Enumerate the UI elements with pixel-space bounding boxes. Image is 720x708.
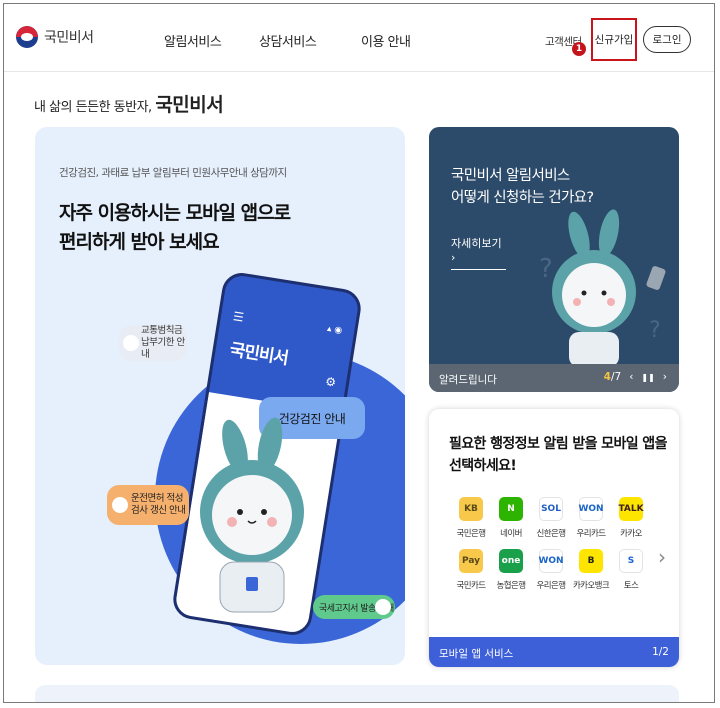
promo-more-link[interactable]: 자세히보기 › bbox=[451, 235, 506, 270]
app-logo-icon: S bbox=[619, 549, 643, 573]
site-logo[interactable]: 국민비서 bbox=[16, 26, 94, 48]
nav-usage-guide[interactable]: 이용 안내 bbox=[361, 31, 411, 50]
svg-text:?: ? bbox=[649, 318, 661, 343]
apps-bar-label: 모바일 앱 서비스 bbox=[439, 648, 514, 660]
app-label: 네이버 bbox=[500, 529, 522, 539]
app-item[interactable]: Pay 국민카드 bbox=[451, 549, 491, 591]
app-label: 신한은행 bbox=[536, 529, 566, 539]
login-button[interactable]: 로그인 bbox=[643, 26, 691, 53]
promo-bar-label: 알려드립니다 bbox=[439, 374, 497, 386]
app-label: 우리카드 bbox=[576, 529, 606, 539]
app-logo-icon: one bbox=[499, 549, 523, 573]
hero-title-line2: 편리하게 받아 보세요 bbox=[59, 231, 220, 253]
logo-text: 국민비서 bbox=[44, 30, 94, 46]
pause-icon[interactable]: ❚❚ bbox=[641, 371, 654, 385]
app-logo-icon: Pay bbox=[459, 549, 483, 573]
app-logo-icon: KB bbox=[459, 497, 483, 521]
app-item[interactable]: TALK 카카오 bbox=[611, 497, 651, 539]
bubble-traffic-text: 교통범칙금 납부기한 안내 bbox=[141, 325, 185, 360]
bubble-tax-notice: 국세고지서 발송 안내 bbox=[313, 595, 395, 619]
rabbit-mascot-question-illustration: ? ? bbox=[539, 209, 666, 367]
app-logo-icon: N bbox=[499, 497, 523, 521]
apps-title-line2: 선택하세요! bbox=[449, 458, 517, 474]
apps-title-line1: 필요한 행정정보 알림 받을 모바일 앱을 bbox=[449, 436, 667, 452]
hero-title-line1: 자주 이용하시는 모바일 앱으로 bbox=[59, 202, 291, 224]
app-label: 국민카드 bbox=[456, 581, 486, 591]
prev-arrow-icon[interactable]: ‹ bbox=[629, 371, 633, 385]
apps-card-title: 필요한 행정정보 알림 받을 모바일 앱을 선택하세요! bbox=[449, 433, 667, 477]
app-label: 카카오뱅크 bbox=[572, 581, 610, 591]
step-marker-badge: 1 bbox=[572, 42, 586, 56]
rabbit-mascot-illustration bbox=[200, 417, 304, 613]
promo-carousel-bar: 알려드립니다 4/7 ‹ ❚❚ › bbox=[429, 364, 679, 392]
next-section-strip bbox=[35, 685, 679, 702]
app-logo-icon: B bbox=[579, 549, 603, 573]
tagline-prefix: 내 삶의 든든한 동반자, bbox=[34, 100, 152, 115]
person-icon bbox=[375, 599, 391, 615]
apps-bar-page: 1/2 bbox=[652, 646, 669, 658]
header: 국민비서 알림서비스 상담서비스 이용 안내 고객센터 1 신규가입 로그인 bbox=[4, 4, 714, 72]
app-label: 토스 bbox=[623, 581, 639, 591]
pager-total: /7 bbox=[610, 371, 622, 383]
app-item[interactable]: one 농협은행 bbox=[491, 549, 531, 591]
apps-card-bar: 모바일 앱 서비스 1/2 bbox=[429, 637, 679, 667]
app-label: 농협은행 bbox=[496, 581, 526, 591]
app-item[interactable]: SOL 신한은행 bbox=[531, 497, 571, 539]
svg-text:?: ? bbox=[539, 254, 553, 284]
app-item[interactable]: WON 우리은행 bbox=[531, 549, 571, 591]
bubble-license-renewal: 운전면허 적성검사 갱신 안내 bbox=[107, 485, 189, 525]
page-tagline: 내 삶의 든든한 동반자, 국민비서 bbox=[34, 90, 224, 117]
signup-label: 신규가입 bbox=[594, 34, 634, 46]
hero-title: 자주 이용하시는 모바일 앱으로 편리하게 받아 보세요 bbox=[59, 199, 291, 257]
app-logo-icon: WON bbox=[578, 497, 604, 521]
next-arrow-icon[interactable]: › bbox=[663, 371, 667, 385]
menu-icon: ☰ bbox=[232, 309, 245, 325]
app-logo-icon: TALK bbox=[618, 497, 644, 521]
mobile-apps-card: 필요한 행정정보 알림 받을 모바일 앱을 선택하세요! KB 국민은행 N 네이버 S… bbox=[429, 409, 679, 667]
pager-count: 4/7 bbox=[604, 371, 622, 385]
app-item[interactable]: S 토스 bbox=[611, 549, 651, 591]
promo-title-line2: 어떻게 신청하는 건가요? bbox=[451, 190, 594, 206]
taegeuk-logo-icon bbox=[16, 26, 38, 48]
app-item[interactable]: B 카카오뱅크 bbox=[571, 549, 611, 591]
signal-icon: ▴ ◉ bbox=[326, 323, 343, 337]
signup-button[interactable]: 신규가입 bbox=[591, 18, 637, 61]
phone-app-title: 국민비서 bbox=[228, 340, 290, 369]
app-label: 우리은행 bbox=[536, 581, 566, 591]
promo-pager: 4/7 ‹ ❚❚ › bbox=[604, 371, 667, 385]
pager-current: 4 bbox=[603, 371, 611, 383]
promo-title: 국민비서 알림서비스 어떻게 신청하는 건가요? bbox=[451, 165, 594, 209]
person-icon bbox=[123, 335, 139, 351]
nav-alert-service[interactable]: 알림서비스 bbox=[164, 31, 222, 50]
promo-carousel-card[interactable]: 국민비서 알림서비스 어떻게 신청하는 건가요? 자세히보기 › ? ? 알려드… bbox=[429, 127, 679, 392]
person-icon bbox=[112, 497, 128, 513]
app-grid: KB 국민은행 N 네이버 SOL 신한은행 WON 우리카드 TALK 카카오 Pay 국민카드 on… bbox=[451, 497, 651, 591]
chevron-right-icon[interactable]: › bbox=[658, 545, 666, 569]
settings-gear-icon: ⚙ bbox=[324, 374, 338, 390]
hero-banner: 건강검진, 과태료 납부 알림부터 민원사무안내 상담까지 자주 이용하시는 모… bbox=[35, 127, 405, 665]
app-item[interactable]: KB 국민은행 bbox=[451, 497, 491, 539]
app-logo-icon: SOL bbox=[539, 497, 563, 521]
tagline-brand: 국민비서 bbox=[155, 94, 224, 116]
app-item[interactable]: N 네이버 bbox=[491, 497, 531, 539]
page-frame: 국민비서 알림서비스 상담서비스 이용 안내 고객센터 1 신규가입 로그인 내… bbox=[3, 3, 715, 703]
login-label: 로그인 bbox=[652, 34, 682, 46]
app-item[interactable]: WON 우리카드 bbox=[571, 497, 611, 539]
bubble-license-text: 운전면허 적성검사 갱신 안내 bbox=[131, 493, 186, 516]
nav-consult-service[interactable]: 상담서비스 bbox=[259, 31, 317, 50]
app-label: 카카오 bbox=[620, 529, 642, 539]
promo-title-line1: 국민비서 알림서비스 bbox=[451, 168, 570, 184]
hero-subtitle: 건강검진, 과태료 납부 알림부터 민원사무안내 상담까지 bbox=[59, 167, 287, 179]
bubble-traffic-fine: 교통범칙금 납부기한 안내 bbox=[119, 325, 187, 361]
app-logo-icon: WON bbox=[538, 549, 564, 573]
app-label: 국민은행 bbox=[456, 529, 486, 539]
